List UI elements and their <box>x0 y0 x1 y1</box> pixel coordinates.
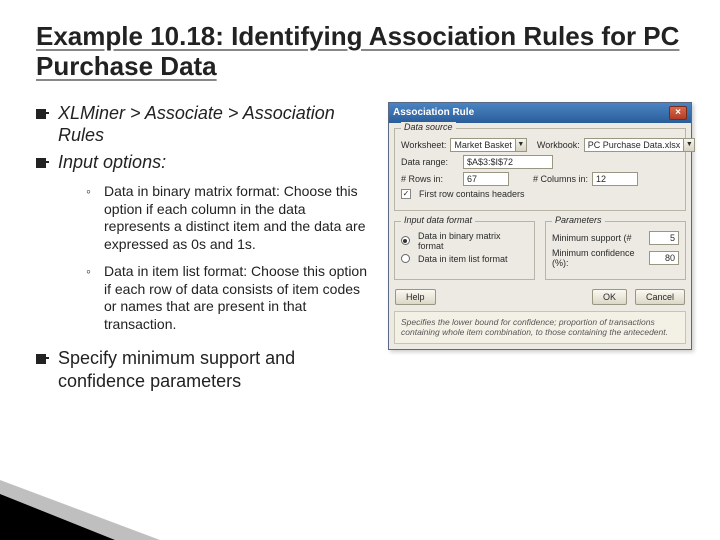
hint-text: Specifies the lower bound for confidence… <box>394 311 686 344</box>
dialog-association-rule: Association Rule × Data source Worksheet… <box>388 102 692 350</box>
data-range-label: Data range: <box>401 157 459 167</box>
group-input-format-label: Input data format <box>401 215 475 225</box>
radio-item-list[interactable] <box>401 254 410 263</box>
group-parameters: Parameters Minimum support (# 5 Minimum … <box>545 221 686 280</box>
radio-binary-matrix-label: Data in binary matrix format <box>418 231 528 251</box>
right-column: Association Rule × Data source Worksheet… <box>388 102 692 397</box>
decorative-wedge <box>0 494 115 540</box>
bullet-3-text: Specify minimum support and confidence p… <box>58 348 295 391</box>
slide-title: Example 10.18: Identifying Association R… <box>0 0 720 96</box>
button-row-right: OK Cancel <box>442 285 691 311</box>
ok-button[interactable]: OK <box>592 289 627 305</box>
worksheet-value: Market Basket <box>450 138 515 152</box>
worksheet-label: Worksheet: <box>401 140 446 150</box>
worksheet-combo[interactable]: Market Basket ▼ <box>450 138 527 152</box>
help-button[interactable]: Help <box>395 289 436 305</box>
min-confidence-label: Minimum confidence (%): <box>552 248 645 268</box>
chevron-down-icon[interactable]: ▼ <box>515 138 527 152</box>
group-data-source-label: Data source <box>401 122 456 132</box>
min-support-label: Minimum support (# <box>552 233 645 243</box>
rows-label: # Rows in: <box>401 174 459 184</box>
group-input-format: Input data format Data in binary matrix … <box>394 221 535 280</box>
min-confidence-input[interactable]: 80 <box>649 251 679 265</box>
dialog-titlebar: Association Rule × <box>389 103 691 123</box>
headers-label: First row contains headers <box>419 189 525 199</box>
sub-bullet-2: Data in item list format: Choose this op… <box>86 263 374 333</box>
chevron-down-icon[interactable]: ▼ <box>683 138 695 152</box>
cols-label: # Columns in: <box>533 174 588 184</box>
left-column: XLMiner > Associate > Association Rules … <box>36 102 374 397</box>
bullet-1: XLMiner > Associate > Association Rules <box>36 102 374 147</box>
slide-content: XLMiner > Associate > Association Rules … <box>0 96 720 397</box>
workbook-combo[interactable]: PC Purchase Data.xlsx ▼ <box>584 138 696 152</box>
sub-bullet-list: Data in binary matrix format: Choose thi… <box>86 183 374 333</box>
close-icon[interactable]: × <box>669 106 687 120</box>
headers-checkbox[interactable]: ✓ <box>401 189 411 199</box>
data-range-input[interactable]: $A$3:$I$72 <box>463 155 553 169</box>
bullet-3: Specify minimum support and confidence p… <box>36 347 374 392</box>
rows-value: 67 <box>463 172 509 186</box>
workbook-label: Workbook: <box>537 140 580 150</box>
bullet-list: XLMiner > Associate > Association Rules … <box>36 102 374 393</box>
radio-binary-matrix[interactable] <box>401 236 410 245</box>
min-support-input[interactable]: 5 <box>649 231 679 245</box>
cancel-button[interactable]: Cancel <box>635 289 685 305</box>
workbook-value: PC Purchase Data.xlsx <box>584 138 684 152</box>
bullet-2: Input options: Data in binary matrix for… <box>36 151 374 334</box>
button-row-left: Help <box>389 285 442 311</box>
radio-item-list-label: Data in item list format <box>418 254 508 264</box>
sub-bullet-1: Data in binary matrix format: Choose thi… <box>86 183 374 253</box>
group-data-source: Data source Worksheet: Market Basket ▼ W… <box>394 128 686 211</box>
group-parameters-label: Parameters <box>552 215 605 225</box>
cols-value: 12 <box>592 172 638 186</box>
bullet-2-text: Input options: <box>58 152 166 172</box>
dialog-title: Association Rule <box>393 107 474 118</box>
bullet-1-text: XLMiner > Associate > Association Rules <box>58 103 335 146</box>
